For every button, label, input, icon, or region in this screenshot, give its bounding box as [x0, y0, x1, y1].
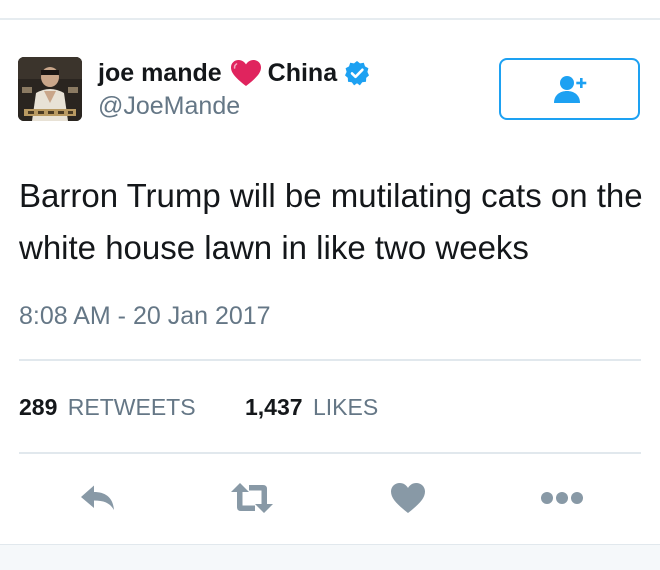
more-options-button[interactable] [538, 478, 586, 518]
tweet-timestamp[interactable]: 8:08 AM - 20 Jan 2017 [19, 302, 271, 331]
follow-button[interactable] [499, 58, 640, 120]
top-divider [0, 18, 660, 20]
avatar-image [18, 57, 82, 121]
retweets-label: RETWEETS [67, 394, 196, 420]
display-name[interactable]: joe mande China [98, 56, 370, 90]
verified-badge-icon [344, 60, 370, 86]
tweet-text: Barron Trump will be mutilating cats on … [19, 177, 643, 266]
likes-count: 1,437 [245, 394, 303, 420]
retweets-stat[interactable]: 289 RETWEETS [19, 392, 196, 422]
heart-emoji-icon [230, 59, 262, 87]
likes-label: LIKES [312, 394, 379, 420]
display-name-first: joe mande [98, 58, 222, 87]
user-handle[interactable]: @JoeMande [98, 92, 240, 121]
divider [19, 452, 641, 454]
more-dots-icon [541, 492, 583, 504]
retweets-count: 289 [19, 394, 58, 420]
likes-stat[interactable]: 1,437 LIKES [245, 392, 378, 422]
reply-button[interactable] [73, 478, 121, 518]
avatar[interactable] [18, 57, 82, 121]
retweet-button[interactable] [228, 478, 276, 518]
divider [19, 359, 641, 361]
tweet-detail-view: joe mande China @JoeMande Barron Trump w… [0, 0, 660, 570]
like-button[interactable] [384, 478, 432, 518]
bottom-area [0, 544, 660, 570]
reply-icon [81, 485, 114, 510]
like-heart-icon [391, 483, 425, 513]
display-name-second: China [267, 58, 338, 87]
add-user-icon [553, 76, 586, 103]
retweet-icon [231, 483, 273, 513]
